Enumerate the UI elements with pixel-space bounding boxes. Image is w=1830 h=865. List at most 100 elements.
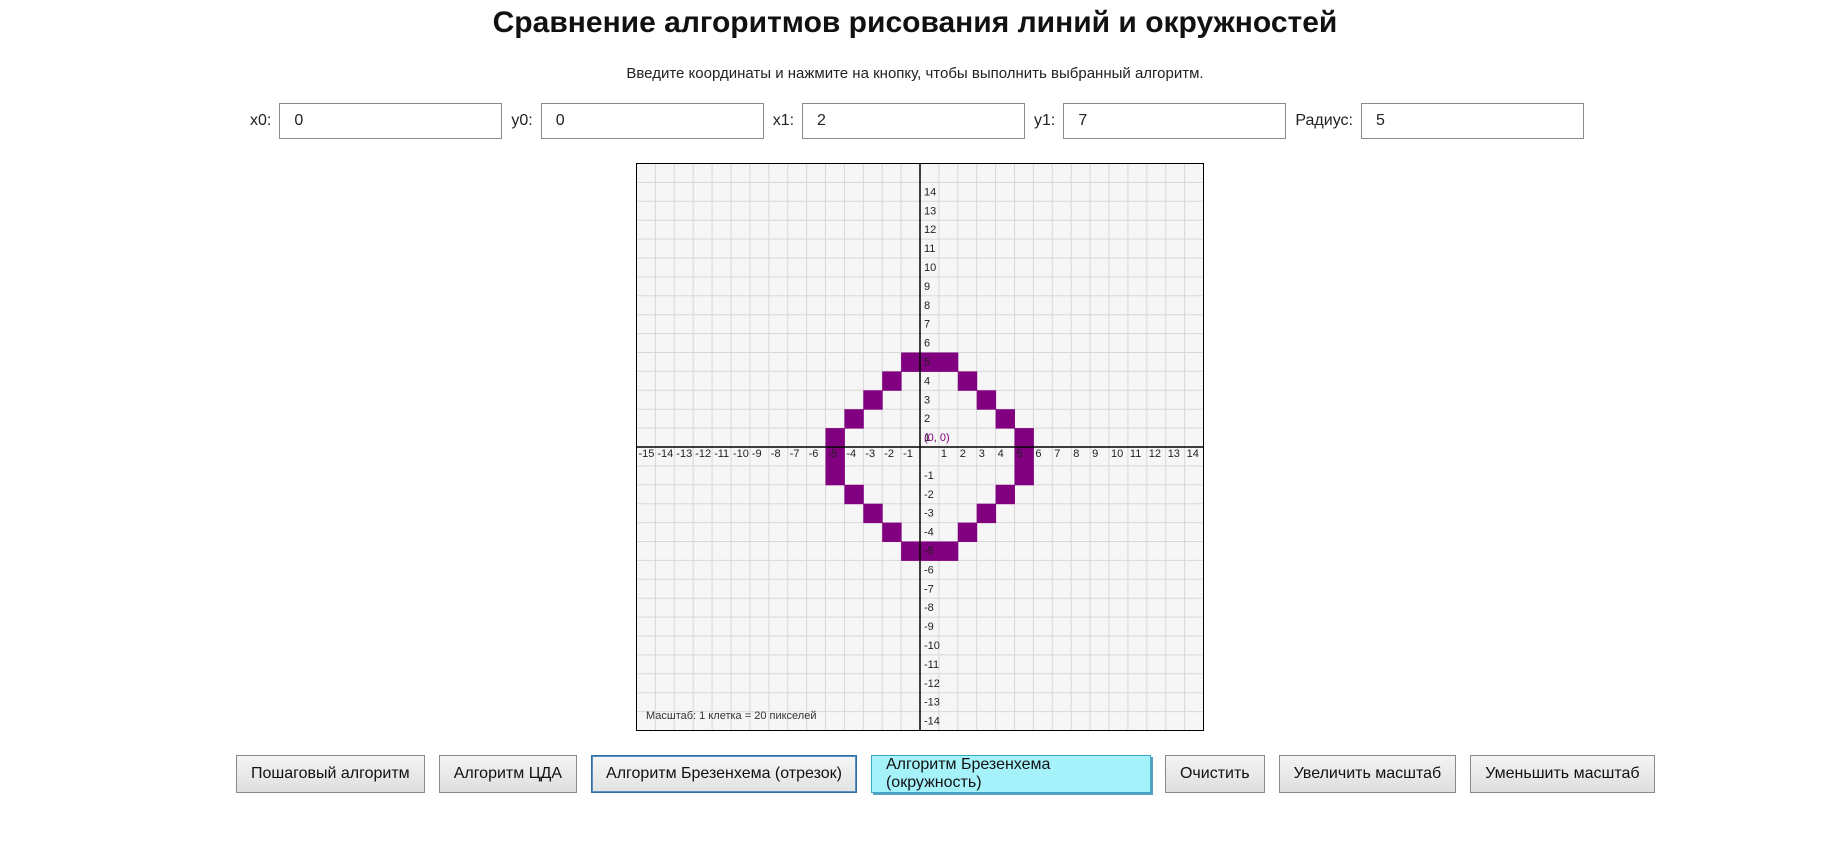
x-tick-label: -4 [846, 448, 856, 460]
origin-label: (0, 0) [924, 432, 950, 444]
radius-label: Радиус: [1295, 112, 1353, 129]
y-tick-label: -3 [924, 508, 934, 520]
y-tick-label: 4 [924, 375, 930, 387]
x-tick-label: -1 [903, 448, 913, 460]
x-tick-label: -12 [695, 448, 711, 460]
zoom-out-button[interactable]: Уменьшить масштаб [1470, 755, 1655, 793]
x-tick-label: 7 [1054, 448, 1060, 460]
y0-label: y0: [511, 112, 533, 129]
y-tick-label: 7 [924, 319, 930, 331]
circle-pixel [995, 484, 1015, 505]
y1-label: y1: [1034, 112, 1056, 129]
circle-pixel [938, 352, 959, 372]
axis-labels: -15-15-14-14-13-13-12-12-11-11-10-10-9-9… [639, 186, 1199, 728]
y-tick-label: 5 [924, 357, 930, 369]
y-tick-label: 9 [924, 281, 930, 293]
y-tick-label: -1 [924, 470, 934, 482]
x-tick-label: 6 [1035, 448, 1041, 460]
bres-line-button[interactable]: Алгоритм Брезенхема (отрезок) [591, 755, 857, 793]
x-tick-label: -15 [639, 448, 655, 460]
y-tick-label: -11 [924, 659, 939, 671]
zoom-in-button[interactable]: Увеличить масштаб [1278, 755, 1457, 793]
x-tick-label: 13 [1168, 448, 1180, 460]
x-tick-label: -9 [752, 448, 762, 460]
y-tick-label: -10 [924, 640, 940, 652]
circle-pixel [863, 390, 883, 410]
y-tick-label: 2 [924, 413, 930, 425]
x-tick-label: -2 [884, 448, 894, 460]
y-tick-label: -6 [924, 564, 934, 576]
y-tick-label: 14 [924, 186, 936, 198]
y-tick-label: 12 [924, 224, 936, 236]
scale-caption: Масштаб: 1 клетка = 20 пикселей [646, 710, 816, 722]
x1-input[interactable] [802, 103, 1026, 139]
circle-pixel [901, 352, 921, 372]
circle-pixel [882, 371, 902, 391]
y-tick-label: 10 [924, 262, 936, 274]
x0-input[interactable] [279, 103, 503, 139]
x-tick-label: 12 [1149, 448, 1161, 460]
bres-circle-button[interactable]: Алгоритм Брезенхема (окружность) [870, 755, 1151, 793]
x0-label: x0: [250, 112, 272, 129]
circle-pixel [957, 522, 978, 542]
y-tick-label: -9 [924, 621, 934, 633]
radius-input[interactable] [1360, 103, 1584, 139]
coordinate-inputs: x0: y0: x1: y1: Радиус: [250, 102, 1593, 140]
circle-pixel [1014, 428, 1034, 448]
x-tick-label: 4 [998, 448, 1004, 460]
y-tick-label: 3 [924, 394, 930, 406]
algorithm-buttons: Пошаговый алгоритм Алгоритм ЦДА Алгоритм Б… [236, 755, 1669, 793]
x1-label: x1: [772, 112, 795, 129]
x-tick-label: -6 [809, 448, 819, 460]
circle-pixel [901, 541, 921, 561]
x-tick-label: 9 [1092, 448, 1098, 460]
circle-pixel [825, 465, 845, 486]
y-tick-label: -12 [924, 678, 940, 690]
circle-pixel [1014, 465, 1034, 486]
y-tick-label: -4 [924, 527, 934, 539]
y-tick-label: -2 [924, 489, 934, 501]
y1-input[interactable] [1063, 103, 1287, 139]
y-tick-label: -5 [924, 546, 934, 558]
y-tick-label: -7 [924, 583, 934, 595]
y-tick-label: 13 [924, 205, 936, 217]
x-tick-label: 1 [941, 448, 947, 460]
dda-button[interactable]: Алгоритм ЦДА [438, 755, 578, 793]
x-tick-label: -5 [828, 448, 838, 460]
clear-button[interactable]: Очистить [1164, 755, 1265, 793]
y0-input[interactable] [540, 103, 764, 139]
y-tick-label: 8 [924, 300, 930, 312]
drawing-canvas[interactable]: -15-15-14-14-13-13-12-12-11-11-10-10-9-9… [636, 163, 1204, 731]
x-tick-label: 11 [1130, 448, 1141, 460]
circle-pixel [844, 409, 864, 429]
circle-pixel [957, 371, 978, 391]
y-tick-label: 6 [924, 338, 930, 350]
x-tick-label: 5 [1017, 448, 1023, 460]
circle-pixel [976, 390, 997, 410]
x-tick-label: -14 [657, 448, 673, 460]
x-tick-label: 2 [960, 448, 966, 460]
x-tick-label: -11 [714, 448, 729, 460]
x-tick-label: -10 [733, 448, 749, 460]
circle-pixel [938, 541, 959, 561]
circle-pixel [863, 503, 883, 524]
grid-svg: -15-15-14-14-13-13-12-12-11-11-10-10-9-9… [637, 164, 1203, 730]
circle-pixel [844, 484, 864, 505]
y-tick-label: -8 [924, 602, 934, 614]
x-tick-label: 3 [979, 448, 985, 460]
y-tick-label: -13 [924, 697, 940, 709]
x-tick-label: 8 [1073, 448, 1079, 460]
circle-pixel [825, 428, 845, 448]
circle-pixel [882, 522, 902, 542]
circle-pixel [995, 409, 1015, 429]
page-title: Сравнение алгоритмов рисования линий и о… [492, 6, 1338, 39]
page-subtitle: Введите координаты и нажмите на кнопку, … [626, 65, 1204, 82]
x-tick-label: -7 [790, 448, 800, 460]
x-tick-label: 14 [1187, 448, 1199, 460]
x-tick-label: 10 [1111, 448, 1123, 460]
circle-pixel [976, 503, 997, 524]
y-tick-label: -14 [924, 716, 940, 728]
step-button[interactable]: Пошаговый алгоритм [236, 755, 425, 793]
x-tick-label: -3 [865, 448, 875, 460]
x-tick-label: -13 [676, 448, 692, 460]
